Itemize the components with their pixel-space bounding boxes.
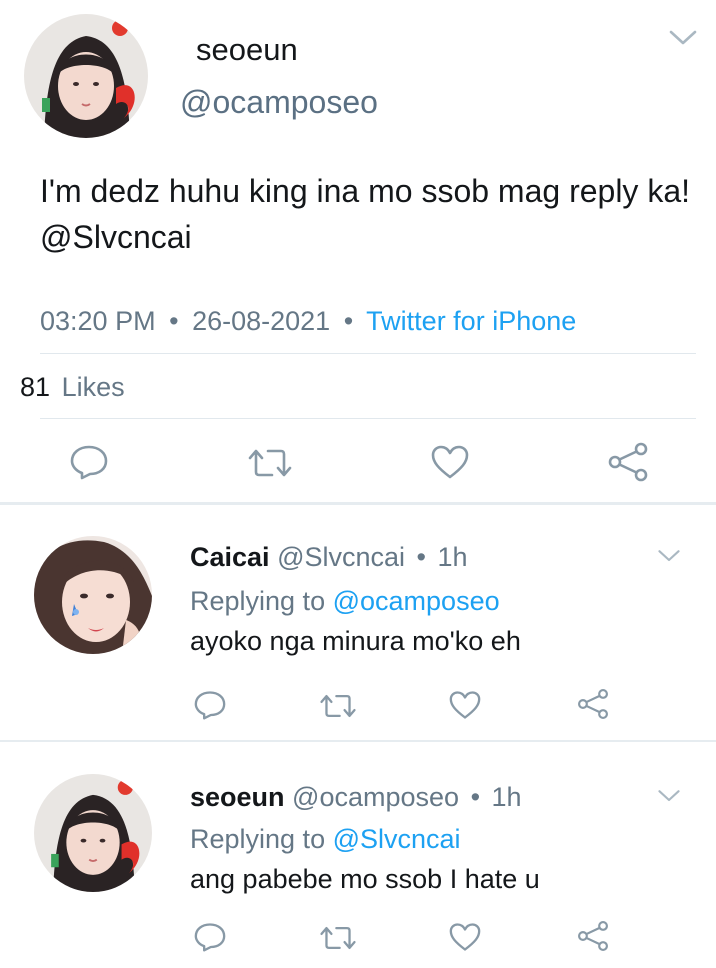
tweet-source-link[interactable]: Twitter for iPhone [366, 306, 576, 336]
reply-icon[interactable] [192, 690, 228, 720]
replying-to: Replying to @ocamposeo [190, 586, 500, 617]
reply-icon[interactable] [192, 922, 228, 952]
reply-header: seoeun @ocamposeo • 1h [190, 782, 522, 813]
divider [40, 353, 696, 354]
reply-time: 1h [437, 542, 468, 572]
tweet-meta: 03:20 PM • 26-08-2021 • Twitter for iPho… [40, 306, 576, 337]
avatar-seoeun[interactable] [24, 14, 148, 138]
reply-author-name[interactable]: seoeun [190, 782, 285, 812]
replying-label: Replying to [190, 586, 326, 616]
tweet-author-handle[interactable]: @ocamposeo [180, 84, 378, 121]
reply-dot: • [470, 782, 481, 812]
retweet-icon[interactable] [318, 924, 358, 952]
reply-author-name[interactable]: Caicai [190, 542, 270, 572]
likes-label: Likes [61, 372, 125, 402]
tweet-author-name[interactable]: seoeun [196, 32, 298, 68]
retweet-icon[interactable] [318, 692, 358, 720]
chevron-down-icon[interactable] [656, 788, 682, 804]
section-separator [0, 502, 716, 505]
chevron-down-icon[interactable] [656, 548, 682, 564]
heart-icon[interactable] [430, 444, 470, 480]
retweet-icon[interactable] [246, 446, 294, 480]
reply-header: Caicai @Slvcncai • 1h [190, 542, 468, 573]
reply-author-handle[interactable]: @ocamposeo [292, 782, 459, 812]
meta-separator: • [169, 306, 179, 336]
replying-to-mention[interactable]: @ocamposeo [333, 586, 500, 616]
reply-icon[interactable] [68, 444, 110, 480]
heart-icon[interactable] [448, 922, 482, 952]
share-icon[interactable] [576, 920, 610, 952]
avatar-seoeun[interactable] [34, 774, 152, 892]
chevron-down-icon[interactable] [668, 28, 698, 48]
section-separator [0, 740, 716, 742]
replying-to-mention[interactable]: @Slvcncai [333, 824, 461, 854]
tweet-text: I'm dedz huhu king ina mo ssob mag reply… [40, 173, 690, 255]
reply-time: 1h [491, 782, 522, 812]
divider [40, 418, 696, 419]
reply-author-handle[interactable]: @Slvcncai [277, 542, 405, 572]
share-icon[interactable] [576, 688, 610, 720]
reply-text: ayoko nga minura mo'ko eh [190, 626, 521, 656]
likes-stat[interactable]: 81 Likes [20, 372, 125, 403]
replying-label: Replying to [190, 824, 326, 854]
heart-icon[interactable] [448, 690, 482, 720]
reply-text: ang pabebe mo ssob I hate u [190, 864, 540, 894]
tweet-date: 26-08-2021 [192, 306, 331, 336]
share-icon[interactable] [606, 442, 650, 482]
reply-dot: • [416, 542, 426, 572]
avatar-caicai[interactable] [34, 536, 152, 654]
replying-to: Replying to @Slvcncai [190, 824, 461, 855]
likes-count: 81 [20, 372, 51, 402]
meta-separator: • [343, 306, 354, 336]
tweet-time: 03:20 PM [40, 306, 156, 336]
